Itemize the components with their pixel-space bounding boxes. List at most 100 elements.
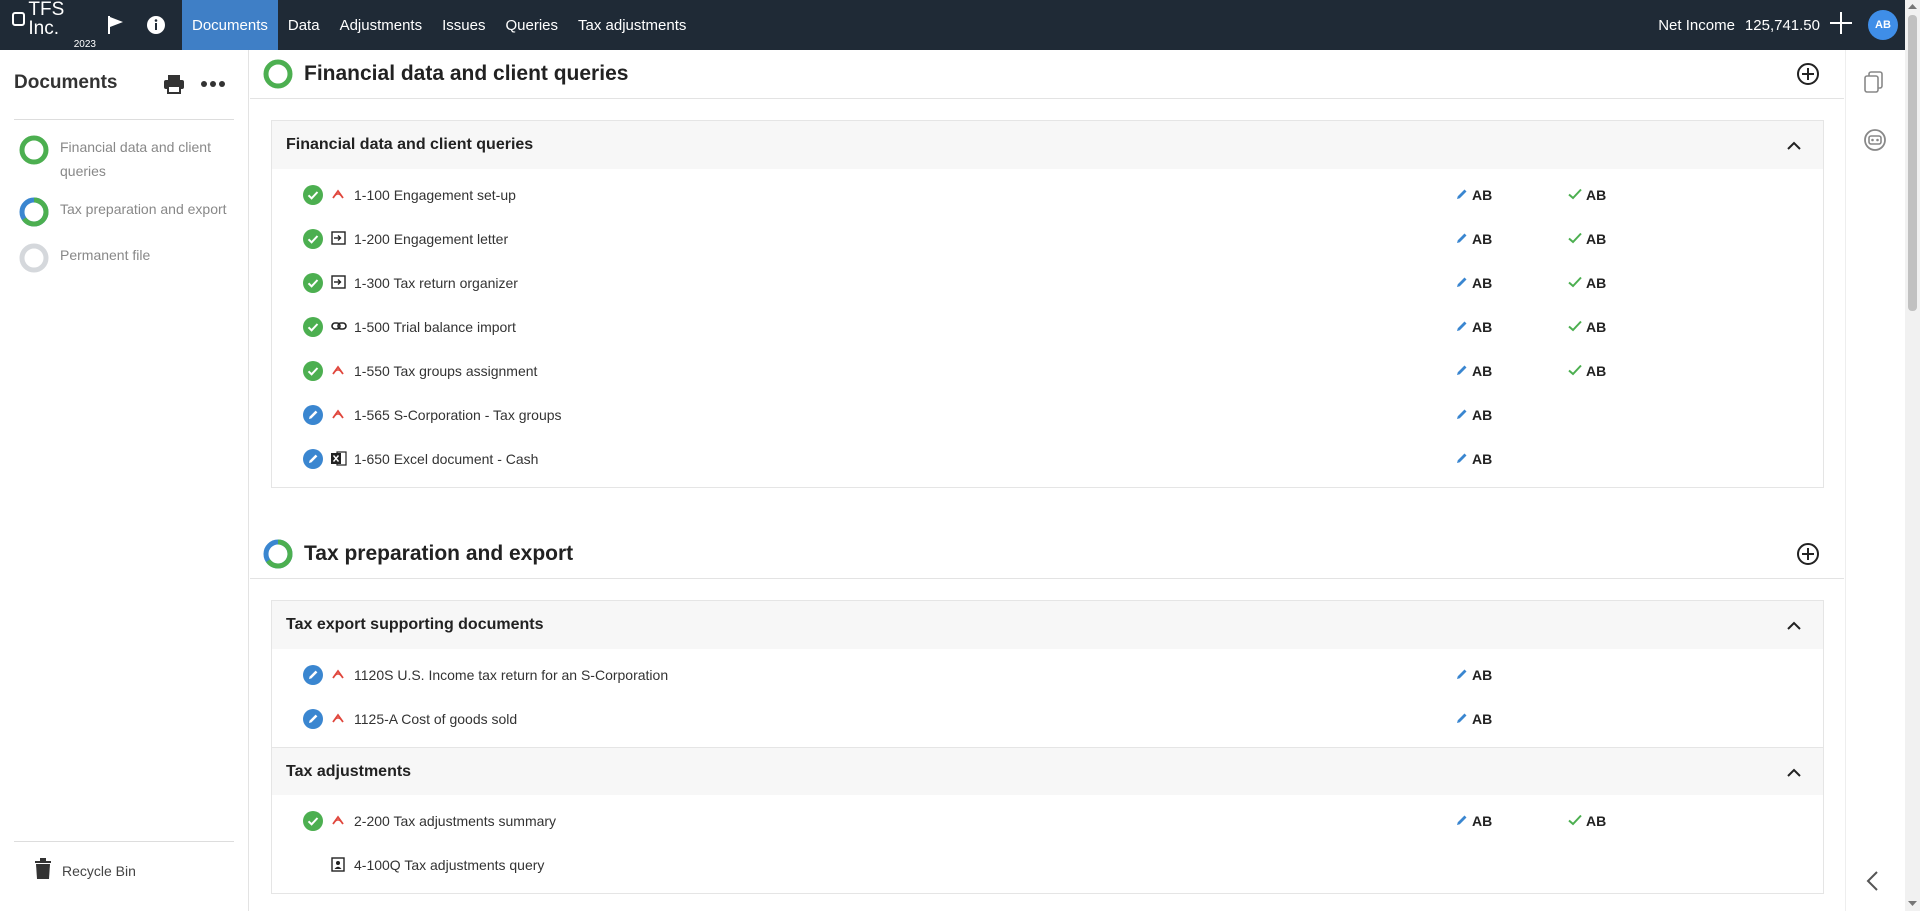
reviewer-signoff[interactable]: AB: [1568, 813, 1606, 829]
info-icon[interactable]: [136, 0, 176, 50]
flag-icon[interactable]: [96, 0, 136, 50]
group-header[interactable]: Financial data and client queries: [272, 121, 1823, 169]
document-row[interactable]: 1-300 Tax return organizer AB AB: [272, 261, 1823, 305]
preparer-signoff[interactable]: AB: [1456, 667, 1492, 683]
add-circle-icon[interactable]: [1796, 62, 1820, 91]
document-name[interactable]: 1-200 Engagement letter: [354, 231, 508, 247]
check-circle-icon[interactable]: [303, 361, 323, 384]
document-name[interactable]: 1-650 Excel document - Cash: [354, 451, 538, 467]
document-row[interactable]: 2-200 Tax adjustments summary AB AB: [272, 799, 1823, 843]
assistant-icon[interactable]: [1863, 128, 1887, 157]
preparer-signoff[interactable]: AB: [1456, 187, 1492, 203]
recycle-bin-link[interactable]: Recycle Bin: [34, 858, 136, 883]
add-circle-icon[interactable]: [1796, 542, 1820, 571]
reviewer-initials: AB: [1586, 231, 1607, 247]
more-icon[interactable]: [200, 74, 226, 99]
preparer-signoff[interactable]: AB: [1456, 231, 1492, 247]
preparer-initials: AB: [1472, 813, 1493, 829]
copy-icon[interactable]: [1863, 70, 1885, 99]
document-row[interactable]: 1-500 Trial balance import AB AB: [272, 305, 1823, 349]
document-name[interactable]: 1-550 Tax groups assignment: [354, 363, 537, 379]
group-header[interactable]: Tax export supporting documents: [272, 601, 1823, 649]
group-header[interactable]: Tax adjustments: [272, 747, 1823, 795]
reviewer-signoff[interactable]: AB: [1568, 231, 1606, 247]
group-title: Financial data and client queries: [286, 136, 534, 153]
main-nav: Documents Data Adjustments Issues Querie…: [182, 0, 696, 50]
scrollbar[interactable]: [1905, 0, 1920, 911]
reviewer-signoff[interactable]: AB: [1568, 275, 1606, 291]
preparer-signoff[interactable]: AB: [1456, 451, 1492, 467]
avatar[interactable]: AB: [1868, 10, 1898, 40]
document-row[interactable]: 1-550 Tax groups assignment AB AB: [272, 349, 1823, 393]
chevron-up-icon[interactable]: [1787, 765, 1801, 783]
document-name[interactable]: 1-500 Trial balance import: [354, 319, 516, 335]
document-row[interactable]: 1-565 S-Corporation - Tax groups AB: [272, 393, 1823, 437]
nav-documents[interactable]: Documents: [182, 0, 278, 50]
preparer-signoff[interactable]: AB: [1456, 407, 1492, 423]
check-circle-icon[interactable]: [303, 811, 323, 834]
pencil-icon: [1456, 231, 1472, 247]
nav-data[interactable]: Data: [278, 0, 330, 50]
sidebar-item-permanent-file[interactable]: Permanent file: [18, 243, 243, 274]
section-title: Tax preparation and export: [304, 542, 574, 565]
document-name[interactable]: 4-100Q Tax adjustments query: [354, 857, 544, 873]
app-brand[interactable]: TFS Inc. 2023: [12, 0, 96, 50]
nav-adjustments[interactable]: Adjustments: [330, 0, 433, 50]
pencil-circle-icon[interactable]: [303, 449, 323, 472]
scroll-down-icon[interactable]: [1908, 900, 1917, 907]
check-circle-icon[interactable]: [303, 185, 323, 208]
document-row[interactable]: 1-650 Excel document - Cash AB: [272, 437, 1823, 481]
document-name[interactable]: 1-565 S-Corporation - Tax groups: [354, 407, 562, 423]
documents-sidebar: Documents Financial data and client quer…: [0, 50, 249, 911]
document-name[interactable]: 1-300 Tax return organizer: [354, 275, 518, 291]
chevron-up-icon[interactable]: [1787, 138, 1801, 156]
preparer-signoff[interactable]: AB: [1456, 711, 1492, 727]
pencil-icon: [1456, 363, 1472, 379]
reviewer-signoff[interactable]: AB: [1568, 187, 1606, 203]
check-circle-icon[interactable]: [303, 229, 323, 252]
collapse-icon[interactable]: [1863, 870, 1883, 897]
sidebar-item-financial-data[interactable]: Financial data and client queries: [18, 135, 243, 183]
scrollbar-thumb[interactable]: [1908, 15, 1917, 311]
document-row[interactable]: 1120S U.S. Income tax return for an S-Co…: [272, 653, 1823, 697]
net-income-value: 125,741.50: [1744, 16, 1820, 34]
scroll-up-icon[interactable]: [1908, 3, 1917, 10]
check-icon: [1568, 187, 1586, 203]
progress-ring-icon: [19, 135, 49, 165]
pencil-circle-icon[interactable]: [303, 405, 323, 428]
preparer-initials: AB: [1472, 667, 1493, 683]
sidebar-footer-divider: [14, 841, 234, 842]
preparer-initials: AB: [1472, 231, 1493, 247]
document-row[interactable]: 1125-A Cost of goods sold AB: [272, 697, 1823, 741]
print-icon[interactable]: [162, 72, 186, 101]
progress-ring-icon: [19, 243, 49, 273]
preparer-signoff[interactable]: AB: [1456, 813, 1492, 829]
document-name[interactable]: 1-100 Engagement set-up: [354, 187, 516, 203]
nav-tax-adjustments[interactable]: Tax adjustments: [568, 0, 696, 50]
document-name[interactable]: 1120S U.S. Income tax return for an S-Co…: [354, 667, 668, 683]
document-name[interactable]: 1125-A Cost of goods sold: [354, 711, 517, 727]
progress-ring-icon: [19, 197, 49, 227]
reviewer-signoff[interactable]: AB: [1568, 319, 1606, 335]
check-circle-icon[interactable]: [303, 273, 323, 296]
check-circle-icon[interactable]: [303, 317, 323, 340]
nav-issues[interactable]: Issues: [432, 0, 495, 50]
reviewer-signoff[interactable]: AB: [1568, 363, 1606, 379]
pencil-circle-icon[interactable]: [303, 665, 323, 688]
sidebar-item-tax-preparation[interactable]: Tax preparation and export: [18, 197, 243, 228]
chevron-up-icon[interactable]: [1787, 618, 1801, 636]
document-name[interactable]: 2-200 Tax adjustments summary: [354, 813, 556, 829]
preparer-signoff[interactable]: AB: [1456, 319, 1492, 335]
document-row[interactable]: 4-100Q Tax adjustments query: [272, 843, 1823, 887]
net-income-label: Net Income: [1658, 16, 1735, 34]
reviewer-initials: AB: [1586, 319, 1607, 335]
documents-main: Financial data and client queries Financ…: [250, 50, 1844, 911]
pencil-circle-icon[interactable]: [303, 709, 323, 732]
nav-queries[interactable]: Queries: [495, 0, 568, 50]
preparer-initials: AB: [1472, 407, 1493, 423]
preparer-signoff[interactable]: AB: [1456, 363, 1492, 379]
document-row[interactable]: 1-100 Engagement set-up AB AB: [272, 173, 1823, 217]
plus-icon[interactable]: [1828, 10, 1854, 40]
preparer-signoff[interactable]: AB: [1456, 275, 1492, 291]
document-row[interactable]: 1-200 Engagement letter AB AB: [272, 217, 1823, 261]
